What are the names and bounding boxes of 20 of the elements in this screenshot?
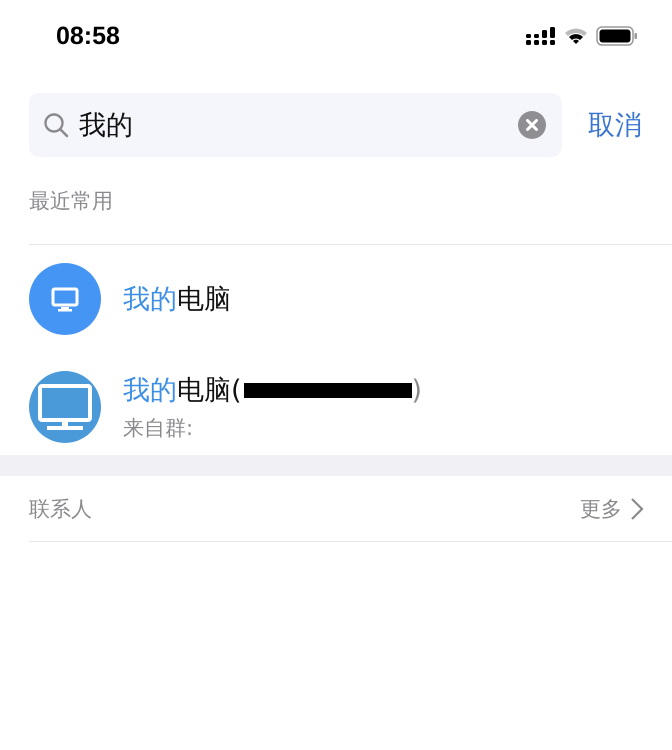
result-item[interactable]: 我的电脑 [0,245,672,353]
result-title: 我的电脑 [123,283,231,317]
result-title: 我的电脑( [123,374,242,408]
result-subtitle: 来自群: [123,415,194,442]
status-time: 08:58 [56,22,120,50]
section-heading: 最近常用 [29,188,113,214]
closing-parenthesis: ) [412,374,422,406]
section-heading: 联系人 [29,496,92,522]
wifi-icon [564,27,588,45]
monitor-icon [29,263,101,335]
chevron-icon [630,496,644,520]
monitor-icon [29,371,101,443]
search-query: 我的 [79,109,133,143]
search-icon [43,112,69,138]
signal-icon [526,27,556,45]
battery-icon [596,26,638,46]
search-field[interactable]: 我的 [29,93,562,157]
cancel-button[interactable]: 取消 [588,107,642,143]
result-item[interactable]: 我的电脑( ) 来自群: [0,353,672,461]
clear-icon[interactable] [518,111,546,139]
